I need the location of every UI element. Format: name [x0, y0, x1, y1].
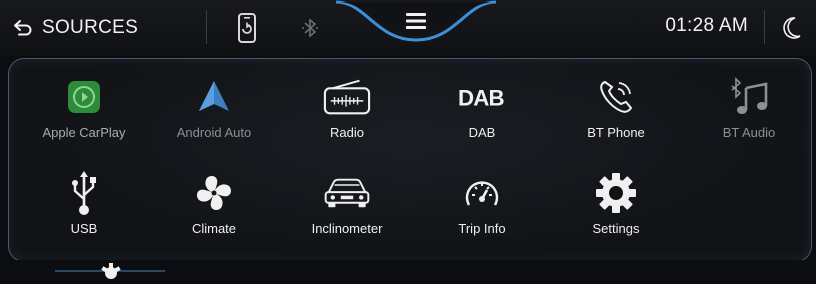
tile-label: DAB	[468, 125, 496, 140]
back-label: SOURCES	[42, 17, 139, 38]
tile-label: Apple CarPlay	[42, 125, 126, 140]
menu-button[interactable]	[396, 6, 436, 36]
tile-usb[interactable]: USB	[19, 171, 149, 259]
tile-label: Settings	[592, 221, 640, 236]
top-bar: SOURCES 01:28 AM	[0, 0, 816, 56]
tile-label: Climate	[191, 221, 237, 236]
tile-trip-info[interactable]: Trip Info	[417, 171, 547, 259]
bluetooth-icon	[302, 18, 318, 38]
divider	[764, 10, 765, 44]
bt-audio-icon	[725, 75, 773, 119]
tile-radio[interactable]: Radio	[282, 75, 412, 163]
tile-label: Inclinometer	[311, 221, 383, 236]
dab-icon: DAB	[458, 75, 506, 119]
back-arrow-icon	[14, 20, 32, 36]
night-mode-icon[interactable]	[780, 14, 804, 42]
tile-bt-audio[interactable]: BT Audio	[684, 75, 814, 163]
partial-gear-icon	[101, 263, 121, 279]
tile-label: Radio	[330, 125, 364, 140]
tile-inclinometer[interactable]: Inclinometer	[282, 171, 412, 259]
car-icon	[323, 171, 371, 215]
hamburger-icon	[406, 13, 426, 29]
tile-settings[interactable]: Settings	[551, 171, 681, 259]
gear-icon	[592, 171, 640, 215]
bt-phone-icon	[592, 75, 640, 119]
tile-climate[interactable]: Climate	[149, 171, 279, 259]
tile-bt-phone[interactable]: BT Phone	[551, 75, 681, 163]
carplay-icon	[60, 75, 108, 119]
tile-label: USB	[70, 221, 98, 236]
radio-icon	[323, 75, 371, 119]
svg-text:DAB: DAB	[458, 86, 504, 111]
clock: 01:28 AM	[665, 15, 748, 36]
usb-icon	[60, 171, 108, 215]
tile-dab[interactable]: DAB DAB	[417, 75, 547, 163]
tile-label: Trip Info	[458, 221, 506, 236]
apps-panel: Apple CarPlay Android Auto Radio DAB DAB…	[8, 58, 812, 262]
android-auto-icon	[190, 75, 238, 119]
fan-icon	[190, 171, 238, 215]
tile-android-auto[interactable]: Android Auto	[149, 75, 279, 163]
back-button[interactable]: SOURCES	[12, 12, 138, 44]
gauge-icon	[458, 171, 506, 215]
divider	[206, 10, 207, 44]
tile-label: BT Phone	[587, 125, 645, 140]
tile-label: Android Auto	[176, 125, 252, 140]
tile-label: BT Audio	[722, 125, 776, 140]
phone-connected-icon	[238, 13, 256, 43]
tile-apple-carplay[interactable]: Apple CarPlay	[19, 75, 149, 163]
